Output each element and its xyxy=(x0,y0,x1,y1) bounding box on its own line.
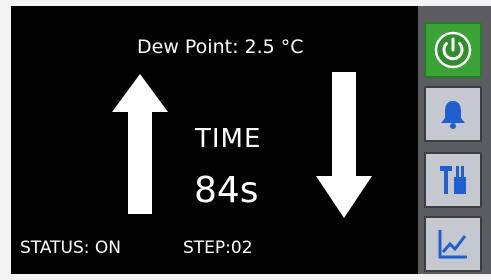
arrow-up-icon xyxy=(112,74,168,214)
tools-button[interactable] xyxy=(424,152,482,208)
arrow-down-icon xyxy=(316,72,372,218)
step-text: STEP:02 xyxy=(183,238,253,258)
time-label: TIME xyxy=(195,124,262,154)
chart-icon xyxy=(438,230,467,259)
status-text: STATUS: ON xyxy=(20,238,122,258)
tools-icon xyxy=(440,166,466,194)
dew-point-readout: Dew Point: 2.5 °C xyxy=(137,36,304,58)
power-button[interactable] xyxy=(424,22,482,78)
chart-button[interactable] xyxy=(424,216,482,272)
power-icon xyxy=(434,31,472,69)
bell-icon xyxy=(441,101,465,129)
alarm-button[interactable] xyxy=(424,86,482,142)
time-value: 84s xyxy=(194,170,259,211)
